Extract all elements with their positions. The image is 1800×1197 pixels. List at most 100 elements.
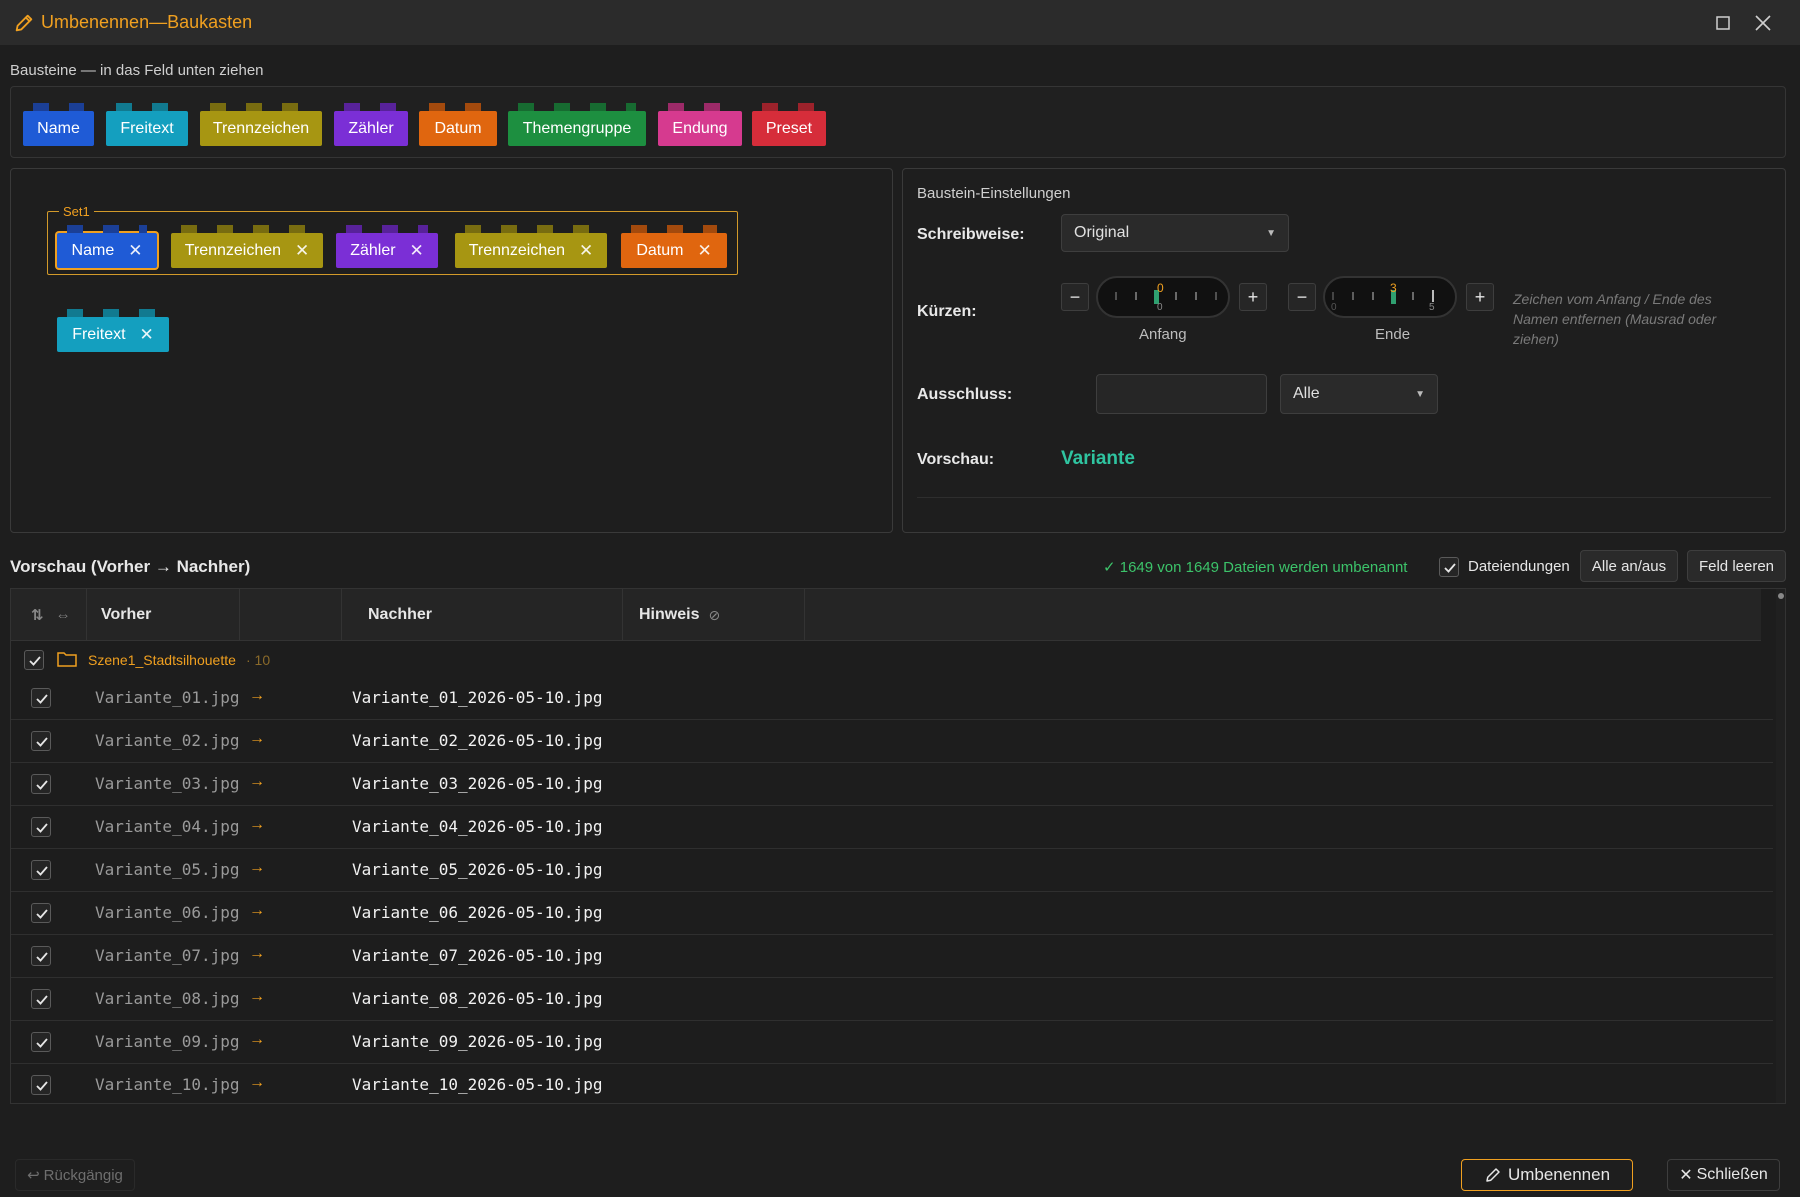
- set-chip-datum[interactable]: Datum ✕: [621, 225, 727, 268]
- arrow-icon: →: [249, 773, 265, 790]
- palette-brick-preset[interactable]: Preset: [752, 103, 826, 146]
- kuerzen-hint: Zeichen vom Anfang / Ende des Namen entf…: [1513, 291, 1717, 347]
- scrollbar[interactable]: [1776, 589, 1785, 1103]
- arrow-icon: →: [249, 1074, 265, 1091]
- ausschluss-mode-select[interactable]: Alle ▼: [1280, 374, 1438, 414]
- brick-label: Zähler: [348, 119, 394, 137]
- sort-icon[interactable]: ⇅: [31, 606, 44, 624]
- rename-button[interactable]: Umbenennen: [1461, 1159, 1633, 1191]
- row-checkbox[interactable]: [31, 817, 51, 837]
- row-checkbox[interactable]: [31, 860, 51, 880]
- after-filename: Variante_01_2026-05-10.jpg: [352, 688, 603, 707]
- group-checkbox[interactable]: [24, 650, 44, 670]
- clear-field-button[interactable]: Feld leeren: [1687, 550, 1786, 582]
- set-chip-name[interactable]: Name ✕: [57, 225, 157, 268]
- title-bar: Umbenennen—Baukasten: [0, 0, 1800, 45]
- row-checkbox[interactable]: [31, 989, 51, 1009]
- preview-heading: Vorschau (Vorher → Nachher): [10, 557, 251, 576]
- chip-label: Freitext: [72, 325, 126, 343]
- drop-area[interactable]: Set1 Name ✕ Trennzeichen ✕ Zähler ✕ Trennze…: [10, 168, 893, 533]
- palette-brick-datum[interactable]: Datum: [419, 103, 497, 146]
- after-filename: Variante_03_2026-05-10.jpg: [352, 774, 603, 793]
- table-row[interactable]: Variante_08.jpg → Variante_08_2026-05-10.j…: [11, 978, 1773, 1021]
- table-row[interactable]: Variante_07.jpg → Variante_07_2026-05-10.j…: [11, 935, 1773, 978]
- remove-icon[interactable]: ✕: [410, 241, 424, 261]
- table-row[interactable]: Variante_04.jpg → Variante_04_2026-05-10.j…: [11, 806, 1773, 849]
- check-icon: [36, 823, 48, 833]
- anfang-scale-min: 0: [1157, 302, 1163, 313]
- schreibweise-label: Schreibweise:: [917, 226, 1025, 243]
- close-button[interactable]: ✕ Schließen: [1667, 1159, 1780, 1191]
- anfang-increment-button[interactable]: +: [1239, 283, 1267, 311]
- after-filename: Variante_02_2026-05-10.jpg: [352, 731, 603, 750]
- resize-icon[interactable]: ⇔: [56, 607, 71, 624]
- plus-icon: +: [1474, 286, 1486, 307]
- remove-icon[interactable]: ✕: [579, 241, 593, 261]
- palette-brick-freitext[interactable]: Freitext: [106, 103, 188, 146]
- remove-icon[interactable]: ✕: [128, 241, 142, 261]
- palette-brick-trennzeichen[interactable]: Trennzeichen: [200, 103, 322, 146]
- ausschluss-input[interactable]: [1096, 374, 1267, 414]
- table-row[interactable]: Variante_02.jpg → Variante_02_2026-05-10.j…: [11, 720, 1773, 763]
- set-chip-trennzeichen[interactable]: Trennzeichen ✕: [171, 225, 323, 268]
- table-row[interactable]: Variante_06.jpg → Variante_06_2026-05-10.j…: [11, 892, 1773, 935]
- column-header-note[interactable]: Hinweis ⊘: [623, 589, 805, 641]
- table-row[interactable]: Variante_09.jpg → Variante_09_2026-05-10.j…: [11, 1021, 1773, 1064]
- plus-icon: +: [1247, 286, 1259, 307]
- set-chip-trennzeichen-2[interactable]: Trennzeichen ✕: [455, 225, 607, 268]
- arrow-icon: →: [249, 902, 265, 919]
- before-filename: Variante_04.jpg: [95, 817, 240, 836]
- chip-label: Trennzeichen: [468, 241, 566, 259]
- caret-down-icon: ▼: [1415, 388, 1425, 400]
- anfang-dial[interactable]: 0 0: [1096, 276, 1230, 318]
- row-checkbox[interactable]: [31, 903, 51, 923]
- extensions-label: Dateiendungen: [1468, 558, 1570, 575]
- palette-brick-zaehler[interactable]: Zähler: [334, 103, 408, 146]
- after-filename: Variante_05_2026-05-10.jpg: [352, 860, 603, 879]
- row-checkbox[interactable]: [31, 1075, 51, 1095]
- brick-label: Endung: [672, 119, 728, 137]
- row-checkbox[interactable]: [31, 731, 51, 751]
- caret-down-icon: ▼: [1266, 227, 1276, 239]
- row-checkbox[interactable]: [31, 946, 51, 966]
- palette-brick-themengruppe[interactable]: Themengruppe: [508, 103, 646, 146]
- column-header-before[interactable]: Vorher: [87, 589, 240, 641]
- ende-dial[interactable]: 3 0 5: [1323, 276, 1457, 318]
- table-row[interactable]: Variante_10.jpg → Variante_10_2026-05-10.j…: [11, 1064, 1773, 1103]
- remove-icon[interactable]: ✕: [697, 241, 711, 261]
- check-icon: [36, 866, 48, 876]
- remove-icon[interactable]: ✕: [140, 325, 154, 345]
- row-checkbox[interactable]: [31, 1032, 51, 1052]
- toggle-all-button[interactable]: Alle an/aus: [1580, 550, 1678, 582]
- group-row[interactable]: Szene1_Stadtsilhouette · 10: [11, 641, 1773, 677]
- column-header-after[interactable]: Nachher: [342, 589, 623, 641]
- ende-decrement-button[interactable]: −: [1288, 283, 1316, 311]
- close-window-button[interactable]: [1750, 10, 1776, 36]
- maximize-button[interactable]: [1710, 10, 1736, 36]
- loose-chip-freitext[interactable]: Freitext ✕: [57, 309, 169, 352]
- close-label: Schließen: [1696, 1166, 1768, 1183]
- palette-brick-name[interactable]: Name: [23, 103, 94, 146]
- table-row[interactable]: Variante_01.jpg → Variante_01_2026-05-10.j…: [11, 677, 1773, 720]
- check-icon: [36, 952, 48, 962]
- scrollbar-thumb[interactable]: [1778, 593, 1784, 599]
- arrow-icon: →: [249, 945, 265, 962]
- ende-increment-button[interactable]: +: [1466, 283, 1494, 311]
- check-icon: [36, 1038, 48, 1048]
- anfang-decrement-button[interactable]: −: [1061, 283, 1089, 311]
- schreibweise-select[interactable]: Original ▼: [1061, 214, 1289, 252]
- table-row[interactable]: Variante_05.jpg → Variante_05_2026-05-10.j…: [11, 849, 1773, 892]
- before-filename: Variante_05.jpg: [95, 860, 240, 879]
- row-checkbox[interactable]: [31, 688, 51, 708]
- vorschau-label: Vorschau:: [917, 451, 995, 468]
- table-row[interactable]: Variante_03.jpg → Variante_03_2026-05-10.j…: [11, 763, 1773, 806]
- before-filename: Variante_01.jpg: [95, 688, 240, 707]
- row-checkbox[interactable]: [31, 774, 51, 794]
- palette-brick-endung[interactable]: Endung: [658, 103, 742, 146]
- set-chip-zaehler[interactable]: Zähler ✕: [336, 225, 438, 268]
- ende-value: 3: [1390, 281, 1397, 295]
- extensions-checkbox[interactable]: [1439, 557, 1459, 577]
- remove-icon[interactable]: ✕: [295, 241, 309, 261]
- undo-button[interactable]: ↩ Rückgängig: [15, 1159, 135, 1191]
- before-filename: Variante_08.jpg: [95, 989, 240, 1008]
